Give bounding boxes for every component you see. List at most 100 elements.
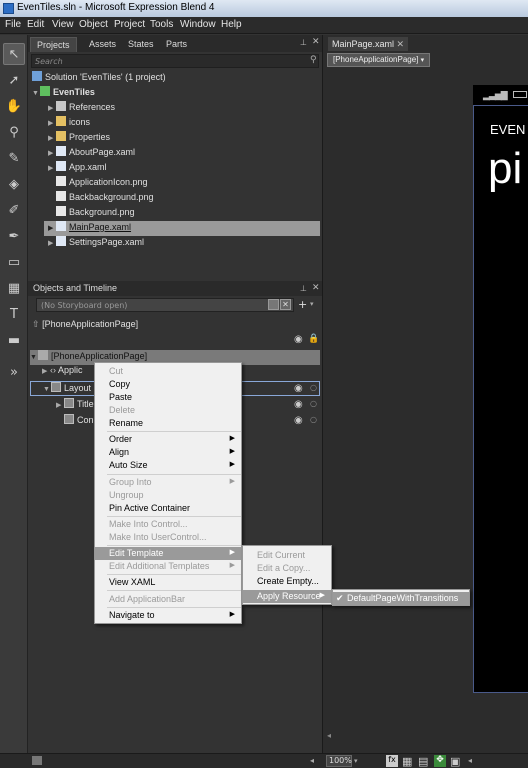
expand-icon[interactable]: ▶ (48, 164, 56, 172)
new-storyboard-icon[interactable]: + (298, 298, 307, 311)
tab-states[interactable]: States (122, 37, 160, 52)
scroll-left-icon[interactable]: ◂ (310, 756, 314, 765)
menu-help[interactable]: Help (221, 19, 242, 30)
menu-item-cut[interactable]: Cut (95, 365, 241, 378)
tree-item[interactable]: ▶ SettingsPage.xaml (48, 236, 144, 251)
close-icon[interactable]: ✕ (397, 39, 405, 49)
direct-selection-tool-icon[interactable]: ➚ (3, 69, 25, 91)
lock-icon[interactable]: 🔒 (308, 334, 319, 344)
chevron-down-icon[interactable]: ▾ (354, 757, 358, 765)
expand-icon[interactable]: ▶ (48, 119, 56, 127)
menu-item-navigate-to[interactable]: Navigate to ▶ (95, 609, 241, 622)
grid-toggle-icon[interactable]: ▦ (402, 755, 412, 768)
close-icon[interactable]: ✕ (312, 37, 320, 47)
tree-item[interactable]: ApplicationIcon.png (56, 176, 148, 191)
menu-edit[interactable]: Edit (27, 19, 44, 30)
tab-mainpage[interactable]: MainPage.xaml ✕ (328, 37, 409, 51)
menu-item-copy[interactable]: Copy (95, 378, 241, 391)
menu-item-view-xaml[interactable]: View XAML (95, 576, 241, 589)
menu-item-order[interactable]: Order ▶ (95, 433, 241, 446)
pen-tool-icon[interactable]: ✒ (3, 225, 25, 247)
solution-node[interactable]: Solution 'EvenTiles' (1 project) (32, 71, 166, 86)
tree-item[interactable]: Backbackground.png (56, 191, 154, 206)
selection-tool-icon[interactable]: ↖ (3, 43, 25, 65)
storyboard-picker[interactable]: (No Storyboard open) (36, 298, 294, 312)
menu-item-auto-size[interactable]: Auto Size ▶ (95, 459, 241, 472)
search-input[interactable]: Search (31, 54, 319, 68)
storyboard-options-icon[interactable] (268, 299, 279, 310)
menu-item-edit-template[interactable]: Edit Template ▶ (95, 547, 241, 560)
menu-item-align[interactable]: Align ▶ (95, 446, 241, 459)
breadcrumb[interactable]: [PhoneApplicationPage] ▾ (327, 53, 431, 67)
expand-icon[interactable]: ▶ (42, 367, 50, 375)
expand-icon[interactable]: ▼ (30, 354, 38, 361)
project-node[interactable]: ▼ EvenTiles (32, 86, 95, 101)
menu-project[interactable]: Project (114, 19, 145, 30)
menu-file[interactable]: File (5, 19, 21, 30)
menu-item-make-into-control[interactable]: Make Into Control... (95, 518, 241, 531)
scope-row[interactable]: ⇧ [PhoneApplicationPage] (32, 319, 138, 334)
lock-toggle-icon[interactable]: ○ (310, 415, 317, 424)
grid-tool-icon[interactable]: ▦ (3, 277, 25, 299)
panel-toggle-icon[interactable] (32, 756, 42, 765)
menu-item-default-page-with-transitions[interactable]: ✔ DefaultPageWithTransitions (333, 592, 469, 605)
menu-item-edit-current[interactable]: Edit Current (243, 549, 331, 562)
menu-item-make-into-usercontrol[interactable]: Make Into UserControl... (95, 531, 241, 544)
textblock-tool-icon[interactable]: T (3, 303, 25, 325)
tree-item-selected[interactable]: ▶ MainPage.xaml (44, 221, 320, 236)
zoom-field[interactable]: 100% (326, 755, 352, 767)
object-node[interactable]: ▶ Title (56, 398, 94, 413)
chevron-down-icon[interactable]: ▾ (310, 300, 314, 308)
scroll-left-icon[interactable]: ◂ (327, 731, 331, 740)
button-tool-icon[interactable]: ▬ (3, 329, 25, 351)
pan-tool-icon[interactable]: ✋ (3, 95, 25, 117)
eye-icon[interactable]: ◉ (294, 334, 303, 345)
eye-icon[interactable]: ◉ (294, 415, 303, 426)
expand-icon[interactable]: ▶ (48, 149, 56, 157)
zoom-tool-icon[interactable]: ⚲ (3, 121, 25, 143)
close-storyboard-icon[interactable]: ✕ (280, 299, 291, 310)
tree-item[interactable]: ▶ App.xaml (48, 161, 107, 176)
expand-icon[interactable]: ▶ (48, 134, 56, 142)
annotations-icon[interactable]: ▣ (450, 755, 460, 768)
tab-assets[interactable]: Assets (83, 37, 122, 52)
brush-transform-tool-icon[interactable]: ✐ (3, 199, 25, 221)
snap-lines-icon[interactable]: ✥ (434, 755, 446, 767)
expand-icon[interactable]: ▶ (48, 104, 56, 112)
tree-item[interactable]: ▶ References (48, 101, 115, 116)
assets-expand-icon[interactable]: » (3, 361, 25, 383)
menu-item-add-applicationbar[interactable]: Add ApplicationBar (95, 593, 241, 606)
menu-item-paste[interactable]: Paste (95, 391, 241, 404)
expand-icon[interactable]: ▶ (48, 239, 56, 247)
menu-item-rename[interactable]: Rename (95, 417, 241, 430)
expand-icon[interactable]: ▶ (48, 224, 56, 232)
expand-icon[interactable]: ▶ (56, 401, 64, 409)
eyedropper-tool-icon[interactable]: ✎ (3, 147, 25, 169)
menu-item-create-empty[interactable]: Create Empty... (243, 575, 331, 588)
object-node[interactable]: ▶ ‹› Applic (42, 365, 83, 380)
lock-toggle-icon[interactable]: ○ (310, 383, 317, 392)
tab-parts[interactable]: Parts (160, 37, 193, 52)
phone-preview[interactable]: EVEN pi (473, 105, 528, 693)
tree-item[interactable]: Background.png (56, 206, 135, 221)
eye-icon[interactable]: ◉ (294, 399, 303, 410)
menu-view[interactable]: View (52, 19, 74, 30)
menu-item-ungroup[interactable]: Ungroup (95, 489, 241, 502)
object-node[interactable]: Con (64, 414, 94, 429)
scroll-left-icon[interactable]: ◂ (468, 756, 472, 765)
lock-toggle-icon[interactable]: ○ (310, 399, 317, 408)
paint-bucket-tool-icon[interactable]: ◈ (3, 173, 25, 195)
expand-icon[interactable]: ▼ (43, 386, 51, 393)
effects-toggle-icon[interactable]: fx (386, 755, 398, 767)
pin-icon[interactable]: ⊥ (300, 284, 307, 293)
menu-item-apply-resource[interactable]: Apply Resource ▶ (243, 590, 331, 603)
tree-item[interactable]: ▶ AboutPage.xaml (48, 146, 135, 161)
expand-icon[interactable]: ▼ (32, 90, 40, 97)
rectangle-tool-icon[interactable]: ▭ (3, 251, 25, 273)
menu-object[interactable]: Object (79, 19, 108, 30)
pin-icon[interactable]: ⊥ (300, 38, 307, 47)
menu-item-delete[interactable]: Delete (95, 404, 241, 417)
tree-item[interactable]: ▶ Properties (48, 131, 110, 146)
tab-projects[interactable]: Projects (30, 37, 77, 52)
menu-item-group-into[interactable]: Group Into ▶ (95, 476, 241, 489)
